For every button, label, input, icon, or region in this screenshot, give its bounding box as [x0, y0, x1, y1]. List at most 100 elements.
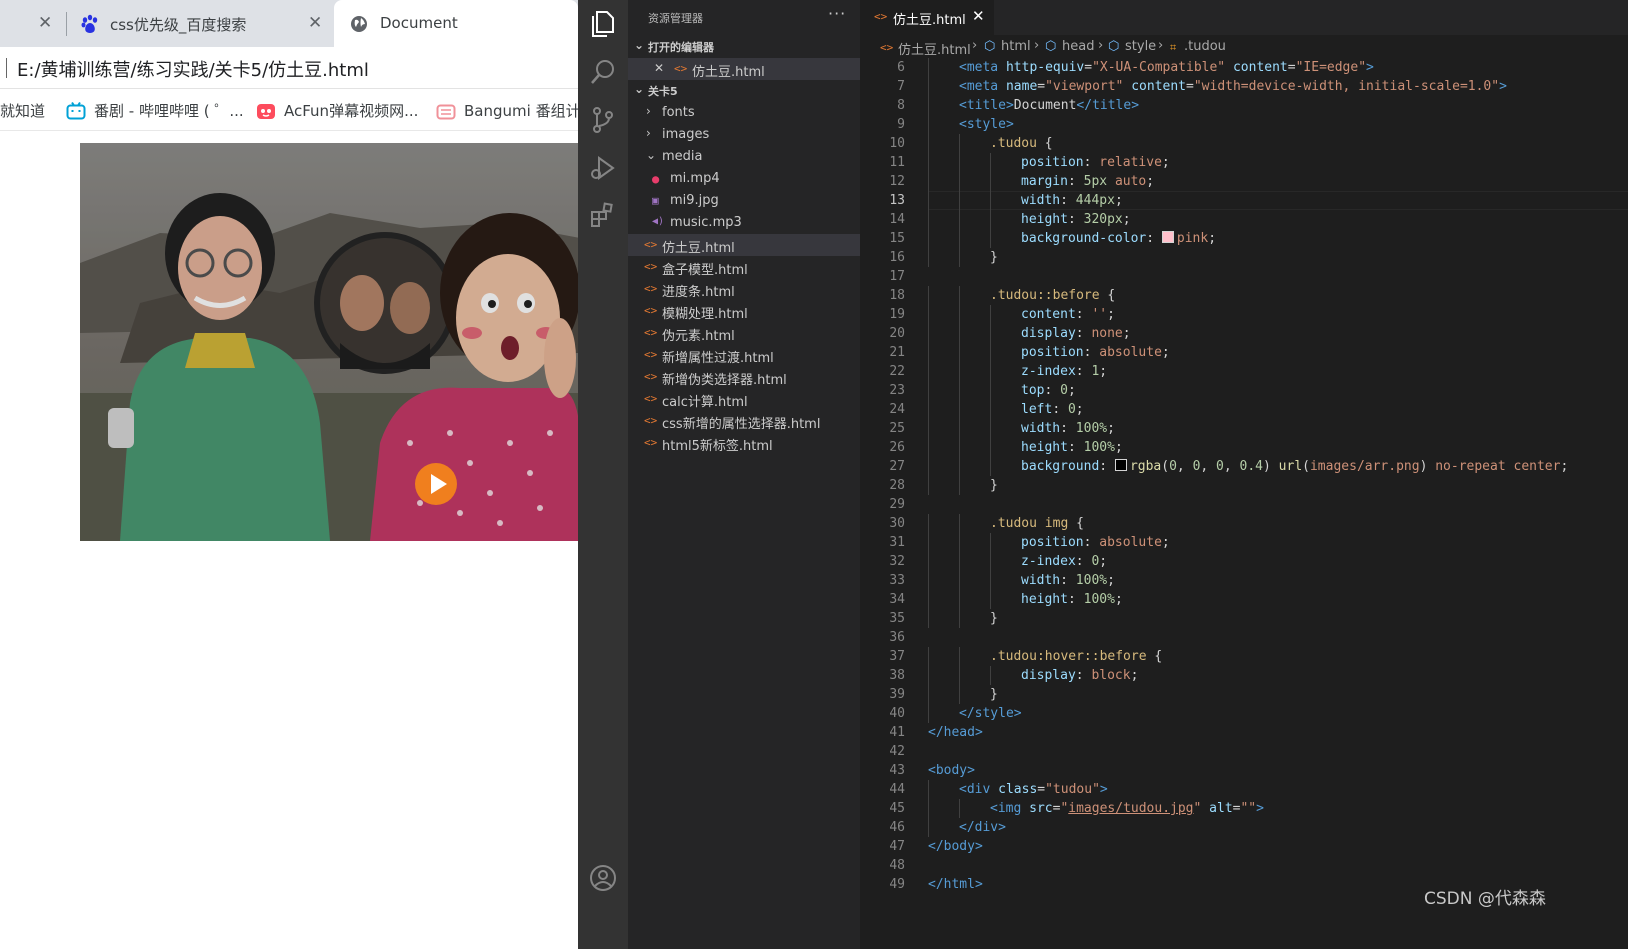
- tree-item[interactable]: ▣ mi9.jpg: [628, 190, 860, 212]
- explorer-icon[interactable]: [587, 8, 619, 40]
- tree-item[interactable]: <> 盒子模型.html: [628, 256, 860, 278]
- code-token: ;: [1107, 573, 1115, 588]
- tree-item[interactable]: ● mi.mp4: [628, 168, 860, 190]
- watermark: CSDN @代森森: [1424, 889, 1546, 909]
- code-token: ;: [1067, 383, 1076, 398]
- extensions-icon[interactable]: [587, 200, 619, 232]
- code-token: :: [1083, 535, 1100, 550]
- tree-item[interactable]: <> css新增的属性选择器.html: [628, 410, 860, 432]
- open-editors-section[interactable]: ⌄ 打开的编辑器: [628, 36, 860, 58]
- tab-close-icon[interactable]: ✕: [972, 7, 985, 25]
- breadcrumb-html[interactable]: html: [1001, 39, 1031, 54]
- html-file-icon: <>: [644, 370, 658, 383]
- code-token: rgba: [1129, 459, 1162, 474]
- line-number: 44: [889, 782, 905, 797]
- code-token: .tudou: [990, 136, 1037, 151]
- browser-tab-document[interactable]: Document: [334, 0, 578, 47]
- browser-tab-baidu[interactable]: css优先级_百度搜索 ✕: [66, 0, 334, 47]
- code-token: "tudou": [1045, 782, 1100, 797]
- code-line: display: none;: [1021, 324, 1131, 343]
- tree-item[interactable]: <> 模糊处理.html: [628, 300, 860, 322]
- code-token: auto: [1114, 174, 1147, 189]
- tree-item[interactable]: <> 仿土豆.html: [628, 234, 860, 256]
- tab-title: css优先级_百度搜索: [110, 16, 247, 34]
- code-line: position: absolute;: [1021, 533, 1170, 552]
- code-token: content: [1232, 60, 1288, 75]
- tree-item-label: music.mp3: [670, 215, 742, 230]
- tree-item[interactable]: › images: [628, 124, 860, 146]
- breadcrumb-selector[interactable]: .tudou: [1184, 39, 1226, 54]
- indent-guide: [959, 571, 960, 590]
- bookmark-item[interactable]: 就知道: [0, 100, 45, 121]
- color-swatch[interactable]: [1161, 231, 1174, 243]
- tab-title: Document: [380, 14, 458, 32]
- tab-close-icon[interactable]: ✕: [38, 13, 52, 33]
- tab-close-icon[interactable]: ✕: [308, 13, 322, 33]
- html-file-icon: <>: [644, 260, 658, 273]
- tree-item[interactable]: <> html5新标签.html: [628, 432, 860, 454]
- line-number: 7: [897, 79, 905, 94]
- code-token: 100%: [1075, 421, 1108, 436]
- bookmark-bangumi[interactable]: Bangumi 番组计: [436, 100, 578, 121]
- indent-guide: [928, 305, 929, 324]
- indent-guide: [928, 818, 929, 837]
- folder-section[interactable]: ⌄ 关卡5: [628, 80, 860, 102]
- line-number: 22: [889, 364, 905, 379]
- tree-item[interactable]: <> 新增伪类选择器.html: [628, 366, 860, 388]
- code-line: <meta name="viewport" content="width=dev…: [959, 77, 1507, 96]
- tree-item[interactable]: › fonts: [628, 102, 860, 124]
- tree-item[interactable]: <> 新增属性过渡.html: [628, 344, 860, 366]
- tree-item[interactable]: ◀) music.mp3: [628, 212, 860, 234]
- code-line: height: 320px;: [1021, 210, 1131, 229]
- bookmark-acfun[interactable]: AcFun弹幕视频网...: [256, 100, 418, 121]
- tree-item[interactable]: ⌄ media: [628, 146, 860, 168]
- breadcrumb-head[interactable]: head: [1062, 39, 1094, 54]
- code-token: "IE=edge": [1295, 60, 1367, 75]
- indent-guide: [928, 381, 929, 400]
- code-token: ;: [1122, 326, 1131, 341]
- more-actions-icon[interactable]: ···: [828, 4, 846, 23]
- code-token: height: [1021, 592, 1068, 607]
- search-icon[interactable]: [587, 56, 619, 88]
- open-editor-item[interactable]: ✕ <> 仿土豆.html: [628, 58, 860, 80]
- color-swatch[interactable]: [1114, 459, 1127, 471]
- source-control-icon[interactable]: [587, 104, 619, 136]
- browser-tab-partial[interactable]: ✕: [0, 0, 66, 47]
- code-token: ,: [1200, 459, 1217, 474]
- bookmark-bilibili[interactable]: 番剧 - 哔哩哔哩 ( ゜...: [66, 100, 244, 121]
- address-bar[interactable]: E:/黄埔训练营/练习实践/关卡5/仿土豆.html: [0, 47, 578, 89]
- tudou-video-thumbnail[interactable]: [80, 143, 578, 541]
- breadcrumb-style[interactable]: style: [1125, 39, 1156, 54]
- code-line: .tudou:hover::before {: [990, 647, 1162, 666]
- line-number: 21: [889, 345, 905, 360]
- code-token: display: [1021, 326, 1076, 341]
- address-url[interactable]: E:/黄埔训练营/练习实践/关卡5/仿土豆.html: [17, 56, 369, 82]
- code-token: width: [1021, 573, 1061, 588]
- play-icon[interactable]: [415, 463, 457, 505]
- code-line: <style>: [959, 115, 1014, 134]
- account-icon[interactable]: [587, 862, 619, 894]
- tree-item[interactable]: <> 伪元素.html: [628, 322, 860, 344]
- code-token: (: [1302, 459, 1310, 474]
- code-token: ;: [1075, 402, 1084, 417]
- line-number: 9: [897, 117, 905, 132]
- code-token: <style>: [959, 117, 1014, 132]
- explorer-sidebar: 资源管理器 ··· ⌄ 打开的编辑器 ✕ <> 仿土豆.html ⌄ 关卡5 ›…: [628, 0, 860, 949]
- indent-guide: [928, 685, 929, 704]
- tree-item[interactable]: <> calc计算.html: [628, 388, 860, 410]
- tree-item[interactable]: <> 进度条.html: [628, 278, 860, 300]
- editor-tab-active[interactable]: <> 仿土豆.html ✕: [860, 0, 994, 35]
- code-line: }: [990, 248, 998, 267]
- code-token: top: [1021, 383, 1045, 398]
- indent-guide: [990, 533, 991, 552]
- code-token: </title>: [1076, 98, 1140, 113]
- code-area[interactable]: 6 <meta http-equiv="X-UA-Compatible" cont…: [860, 58, 1628, 949]
- breadcrumb-file[interactable]: 仿土豆.html: [898, 39, 971, 58]
- close-icon[interactable]: ✕: [654, 61, 664, 75]
- bookmarks-bar: 就知道 番剧 - 哔哩哔哩 ( ゜... AcFun弹幕视频网... Bangu…: [0, 89, 578, 131]
- html-file-icon: <>: [644, 238, 658, 251]
- run-debug-icon[interactable]: [587, 152, 619, 184]
- code-token: {: [1146, 649, 1163, 664]
- bookmark-label: 番剧 - 哔哩哔哩 ( ゜...: [94, 102, 244, 120]
- line-number: 43: [889, 763, 905, 778]
